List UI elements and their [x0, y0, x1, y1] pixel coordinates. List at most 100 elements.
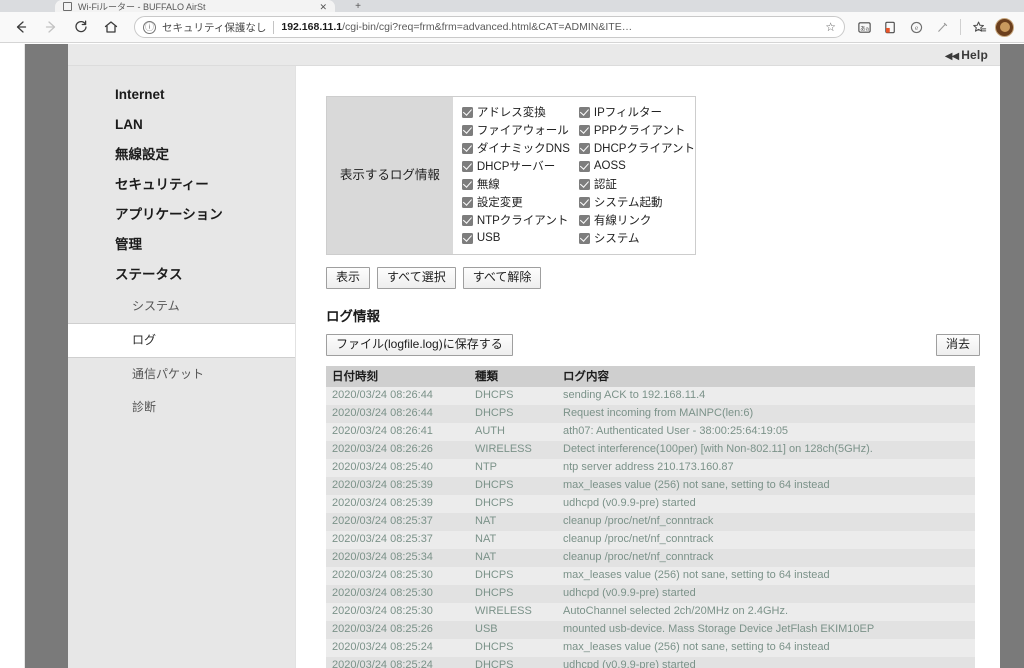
- clear-log-button[interactable]: 消去: [935, 334, 980, 356]
- checkbox-aoss[interactable]: AOSS: [578, 157, 695, 175]
- checkbox-ip-filter[interactable]: IPフィルター: [578, 103, 695, 121]
- deselect-all-button[interactable]: すべて解除: [462, 267, 542, 289]
- log-section-title: ログ情報: [326, 309, 380, 324]
- table-row: 2020/03/24 08:25:39 DHCPS max_leases value…: [326, 477, 975, 495]
- log-cell-datetime: 2020/03/24 08:25:24: [326, 657, 469, 668]
- browser-toolbar: ⓘ セキュリティ保護なし 192.168.11.1/cgi-bin/cgi?re…: [0, 12, 1024, 43]
- checkbox-icon[interactable]: [461, 124, 473, 136]
- table-row: 2020/03/24 08:25:30 DHCPS udhcpd (v0.9.9-p…: [326, 585, 975, 603]
- log-cell-type: DHCPS: [469, 585, 557, 603]
- log-cell-message: mounted usb-device. Mass Storage Device …: [557, 621, 975, 639]
- refresh-button[interactable]: [66, 14, 96, 40]
- checkbox-wired-link[interactable]: 有線リンク: [578, 211, 695, 229]
- log-cell-type: DHCPS: [469, 387, 557, 405]
- checkbox-label: システム: [593, 233, 640, 245]
- sidebar-item-management[interactable]: 管理: [68, 230, 295, 260]
- help-link[interactable]: ◀◀ Help: [945, 48, 988, 62]
- translate-icon[interactable]: あa: [851, 14, 877, 40]
- back-button[interactable]: [6, 14, 36, 40]
- checkbox-system-boot[interactable]: システム起動: [578, 193, 695, 211]
- info-icon[interactable]: ⓘ: [143, 20, 156, 34]
- sidebar-item-diagnostics[interactable]: 診断: [68, 391, 295, 424]
- sidebar-item-system[interactable]: システム: [68, 290, 295, 323]
- log-cell-datetime: 2020/03/24 08:25:34: [326, 549, 469, 567]
- log-filter-columns: アドレス変換 ファイアウォール ダイナミックDNS DHCPサーバー 無線 設定…: [452, 97, 695, 254]
- log-cell-type: USB: [469, 621, 557, 639]
- address-bar[interactable]: ⓘ セキュリティ保護なし 192.168.11.1/cgi-bin/cgi?re…: [134, 16, 845, 38]
- log-table-body: 2020/03/24 08:26:44 DHCPS sending ACK to 1…: [326, 387, 975, 668]
- log-cell-datetime: 2020/03/24 08:26:41: [326, 423, 469, 441]
- checkbox-icon[interactable]: [578, 124, 590, 136]
- table-row: 2020/03/24 08:25:39 DHCPS udhcpd (v0.9.9-p…: [326, 495, 975, 513]
- avatar[interactable]: [995, 17, 1014, 37]
- checkbox-ntp-client[interactable]: NTPクライアント: [461, 211, 570, 229]
- home-button[interactable]: [96, 14, 126, 40]
- save-to-file-button[interactable]: ファイル(logfile.log)に保存する: [326, 334, 513, 356]
- checkbox-label: USB: [476, 232, 501, 244]
- checkbox-icon[interactable]: [578, 232, 590, 244]
- extension-icon[interactable]: e: [903, 14, 929, 40]
- checkbox-icon[interactable]: [461, 178, 473, 190]
- checkbox-icon[interactable]: [461, 196, 473, 208]
- checkbox-icon[interactable]: [461, 160, 473, 172]
- log-cell-datetime: 2020/03/24 08:26:44: [326, 387, 469, 405]
- checkbox-icon[interactable]: [578, 106, 590, 118]
- table-row: 2020/03/24 08:26:41 AUTH ath07: Authentica…: [326, 423, 975, 441]
- checkbox-firewall[interactable]: ファイアウォール: [461, 121, 570, 139]
- new-tab-button[interactable]: +: [345, 1, 371, 12]
- sidebar-item-status[interactable]: ステータス: [68, 260, 295, 290]
- sidebar-item-lan[interactable]: LAN: [68, 110, 295, 140]
- svg-text:あa: あa: [860, 25, 870, 32]
- sidebar-item-log[interactable]: ログ: [68, 323, 295, 358]
- checkbox-dhcp-client[interactable]: DHCPクライアント: [578, 139, 695, 157]
- sidebar-item-security[interactable]: セキュリティー: [68, 170, 295, 200]
- log-cell-type: DHCPS: [469, 495, 557, 513]
- checkbox-authentication[interactable]: 認証: [578, 175, 695, 193]
- log-cell-type: NAT: [469, 549, 557, 567]
- log-cell-datetime: 2020/03/24 08:25:30: [326, 585, 469, 603]
- log-cell-message: AutoChannel selected 2ch/20MHz on 2.4GHz…: [557, 603, 975, 621]
- checkbox-icon[interactable]: [461, 106, 473, 118]
- page-viewport: ◀◀ Help Internet LAN 無線設定 セキュリティー アプリケーショ…: [0, 44, 1024, 668]
- pen-icon[interactable]: [929, 14, 955, 40]
- log-cell-message: cleanup /proc/net/nf_conntrack: [557, 513, 975, 531]
- checkbox-icon[interactable]: [578, 214, 590, 226]
- sidebar: Internet LAN 無線設定 セキュリティー アプリケーション 管理 ステ…: [68, 66, 295, 668]
- select-all-button[interactable]: すべて選択: [377, 267, 456, 289]
- bookmark-star-icon[interactable]: ☆: [825, 21, 836, 33]
- checkbox-address-translation[interactable]: アドレス変換: [461, 103, 570, 121]
- checkbox-dynamic-dns[interactable]: ダイナミックDNS: [461, 139, 570, 157]
- checkbox-label: 設定変更: [476, 197, 523, 209]
- checkbox-settings-change[interactable]: 設定変更: [461, 193, 570, 211]
- checkbox-icon[interactable]: [578, 178, 590, 190]
- checkbox-wireless[interactable]: 無線: [461, 175, 570, 193]
- forward-button: [36, 14, 66, 40]
- checkbox-ppp-client[interactable]: PPPクライアント: [578, 121, 695, 139]
- url-text: 192.168.11.1/cgi-bin/cgi?req=frm&frm=adv…: [281, 21, 819, 33]
- sidebar-item-application[interactable]: アプリケーション: [68, 200, 295, 230]
- log-filter-column-right: IPフィルター PPPクライアント DHCPクライアント AOSS 認証 システ…: [570, 103, 695, 247]
- checkbox-icon[interactable]: [578, 142, 590, 154]
- log-cell-message: udhcpd (v0.9.9-pre) started: [557, 495, 975, 513]
- favorites-icon[interactable]: [966, 14, 992, 40]
- checkbox-icon[interactable]: [578, 196, 590, 208]
- log-cell-message: Detect interference(100per) [with Non-80…: [557, 441, 975, 459]
- checkbox-usb[interactable]: USB: [461, 229, 570, 247]
- checkbox-icon[interactable]: [461, 142, 473, 154]
- checkbox-system[interactable]: システム: [578, 229, 695, 247]
- checkbox-icon[interactable]: [578, 160, 590, 172]
- sidebar-nav: Internet LAN 無線設定 セキュリティー アプリケーション 管理 ステ…: [68, 66, 295, 424]
- url-path: /cgi-bin/cgi?req=frm&frm=advanced.html&C…: [342, 21, 633, 33]
- show-button[interactable]: 表示: [326, 267, 371, 289]
- checkbox-dhcp-server[interactable]: DHCPサーバー: [461, 157, 570, 175]
- log-cell-datetime: 2020/03/24 08:26:44: [326, 405, 469, 423]
- sidebar-item-packets[interactable]: 通信パケット: [68, 358, 295, 391]
- close-icon[interactable]: ✕: [319, 2, 327, 12]
- sidebar-item-wireless[interactable]: 無線設定: [68, 140, 295, 170]
- checkbox-icon[interactable]: [461, 214, 473, 226]
- sidebar-item-internet[interactable]: Internet: [68, 80, 295, 110]
- checkbox-icon[interactable]: [461, 232, 473, 244]
- log-cell-message: max_leases value (256) not sane, setting…: [557, 567, 975, 585]
- collections-icon[interactable]: [877, 14, 903, 40]
- browser-tab[interactable]: Wi-Fiルーター - BUFFALO AirSt ✕: [55, 0, 335, 12]
